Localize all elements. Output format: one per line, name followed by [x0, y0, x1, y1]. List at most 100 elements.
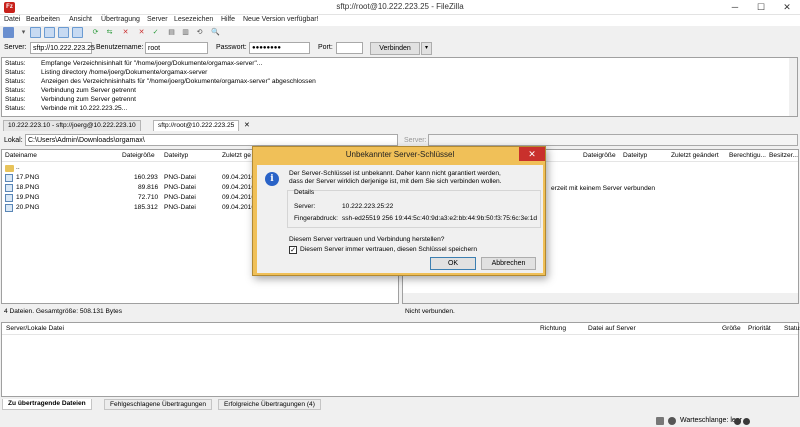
local-path-input[interactable]: C:\Users\Admin\Downloads\orgamax\ — [25, 134, 398, 146]
cancel-button[interactable]: Abbrechen — [481, 257, 536, 270]
remote-hscrollbar[interactable] — [403, 293, 798, 303]
table-row[interactable]: 17.PNG — [16, 173, 39, 183]
local-path-bar: Lokal: C:\Users\Admin\Downloads\orgamax\ — [0, 133, 400, 147]
details-label: Details — [294, 189, 315, 196]
host-value: 10.222.223.25:22 — [342, 203, 394, 210]
menu-new-version[interactable]: Neue Version verfügbar! — [243, 16, 319, 23]
col-queue-remote-file[interactable]: Datei auf Server — [588, 323, 636, 334]
tab-successful-transfers[interactable]: Erfolgreiche Übertragungen (4) — [218, 399, 321, 410]
activity-icon — [668, 417, 676, 425]
title-bar: Fz sftp://root@10.222.223.25 - FileZilla… — [0, 0, 800, 15]
dropdown-icon[interactable]: ▾ — [18, 27, 29, 38]
log-row: Status: Verbinde mit 10.222.223.25... — [5, 105, 128, 112]
remote-path-input[interactable] — [428, 134, 798, 146]
server-label: Server: — [4, 44, 27, 51]
connect-button[interactable]: Verbinden — [370, 42, 420, 55]
process-queue-icon[interactable]: ⇆ — [104, 27, 115, 38]
maximize-icon[interactable]: ☐ — [748, 0, 774, 15]
menu-bar: Datei Bearbeiten Ansicht Übertragung Ser… — [0, 15, 800, 26]
col-queue-file[interactable]: Server/Lokale Datei — [6, 323, 64, 334]
led-icon — [734, 418, 741, 425]
port-label: Port: — [318, 44, 333, 51]
menu-lesezeichen[interactable]: Lesezeichen — [174, 16, 213, 23]
image-file-icon — [5, 194, 13, 202]
tab-queued-files[interactable]: Zu übertragende Dateien — [2, 399, 92, 410]
toggle-log-icon[interactable] — [30, 27, 41, 38]
log-row: Status: Verbindung zum Server getrennt — [5, 87, 136, 94]
refresh-icon[interactable]: ⟳ — [90, 27, 101, 38]
image-file-icon — [5, 174, 13, 182]
table-row[interactable]: .. — [16, 163, 20, 173]
fingerprint-label: Fingerabdruck: — [294, 215, 338, 222]
cancel-icon[interactable]: ✕ — [120, 27, 131, 38]
table-row[interactable]: 18.PNG — [16, 183, 39, 193]
dialog-message-line2: dass der Server wirklich derjenige ist, … — [289, 178, 502, 185]
details-group: Details Server: 10.222.223.25:22 Fingera… — [287, 189, 541, 228]
log-scrollbar[interactable] — [789, 58, 797, 116]
lock-icon — [656, 417, 664, 425]
toggle-queue-icon[interactable] — [72, 27, 83, 38]
host-label: Server: — [294, 203, 316, 210]
col-remote-permissions[interactable]: Berechtigu... — [729, 150, 766, 161]
connect-dropdown-icon[interactable]: ▾ — [421, 42, 432, 55]
col-queue-status[interactable]: Status — [784, 323, 800, 334]
tab-connection-1[interactable]: 10.222.223.10 - sftp://joerg@10.222.223.… — [3, 120, 141, 131]
col-filesize[interactable]: Dateigröße — [122, 150, 155, 161]
username-input[interactable]: root — [145, 42, 208, 54]
search-icon[interactable]: 🔍 — [210, 27, 221, 38]
col-filename[interactable]: Dateiname — [5, 150, 37, 161]
remote-path-bar: Server: — [402, 133, 800, 147]
password-input[interactable]: ●●●●●●●● — [249, 42, 310, 54]
led-icon — [743, 418, 750, 425]
window-title: sftp://root@10.222.223.25 - FileZilla — [336, 2, 464, 11]
col-modified[interactable]: Zuletzt ge — [222, 150, 251, 161]
local-status: 4 Dateien. Gesamtgröße: 508.131 Bytes — [4, 308, 123, 315]
log-row: Status: Listing directory /home/joerg/Dok… — [5, 69, 208, 76]
transfer-queue[interactable]: Server/Lokale Datei Richtung Datei auf S… — [1, 322, 800, 397]
col-queue-size[interactable]: Größe — [722, 323, 741, 334]
menu-hilfe[interactable]: Hilfe — [221, 16, 235, 23]
not-connected-message: erzeit mit keinem Server verbunden — [551, 185, 656, 192]
status-bar: Warteschlange: leer — [0, 415, 800, 427]
col-queue-direction[interactable]: Richtung — [540, 323, 566, 334]
toggle-local-tree-icon[interactable] — [44, 27, 55, 38]
table-row[interactable]: 20.PNG — [16, 203, 39, 213]
always-trust-label[interactable]: Diesem Server immer vertrauen, diesen Sc… — [300, 246, 477, 253]
minimize-icon[interactable]: ─ — [722, 0, 748, 15]
dialog-title: Unbekannter Server-Schlüssel — [345, 150, 455, 159]
disconnect-icon[interactable]: ✕ — [136, 27, 147, 38]
col-remote-modified[interactable]: Zuletzt geändert — [671, 150, 719, 161]
col-filetype[interactable]: Dateityp — [164, 150, 188, 161]
close-tab-icon[interactable]: ✕ — [244, 121, 250, 129]
always-trust-checkbox[interactable]: ✓ — [289, 246, 297, 254]
remote-path-label: Server: — [404, 137, 427, 144]
col-remote-owner[interactable]: Besitzer... — [769, 150, 798, 161]
sync-browse-icon[interactable]: ⟲ — [194, 27, 205, 38]
menu-ansicht[interactable]: Ansicht — [69, 16, 92, 23]
table-row[interactable]: 19.PNG — [16, 193, 39, 203]
ok-button[interactable]: OK — [430, 257, 476, 270]
menu-server[interactable]: Server — [147, 16, 168, 23]
col-queue-priority[interactable]: Priorität — [748, 323, 771, 334]
fingerprint-value: ssh-ed25519 256 19:44:5c:40:9d:a3:e2:bb:… — [342, 215, 538, 222]
tab-failed-transfers[interactable]: Fehlgeschlagene Übertragungen — [104, 399, 213, 410]
toggle-remote-tree-icon[interactable] — [58, 27, 69, 38]
reconnect-icon[interactable]: ✓ — [150, 27, 161, 38]
menu-datei[interactable]: Datei — [4, 16, 20, 23]
col-remote-filesize[interactable]: Dateigröße — [583, 150, 616, 161]
menu-bearbeiten[interactable]: Bearbeiten — [26, 16, 60, 23]
close-icon[interactable]: ✕ — [519, 147, 545, 161]
local-path-label: Lokal: — [4, 137, 23, 144]
port-input[interactable] — [336, 42, 363, 54]
menu-uebertragung[interactable]: Übertragung — [101, 16, 140, 23]
tab-connection-2[interactable]: sftp://root@10.222.223.25 — [153, 120, 240, 131]
site-manager-icon[interactable] — [3, 27, 14, 38]
message-log[interactable]: Status: Empfange Verzeichnisinhalt für "/… — [1, 57, 798, 117]
server-input[interactable]: sftp://10.222.223.25 — [30, 42, 95, 54]
compare-icon[interactable]: ▥ — [180, 27, 191, 38]
image-file-icon — [5, 184, 13, 192]
col-remote-filetype[interactable]: Dateityp — [623, 150, 647, 161]
close-icon[interactable]: ✕ — [774, 0, 800, 15]
queue-tabs: Zu übertragende Dateien Fehlgeschlagene … — [0, 399, 800, 411]
filter-icon[interactable]: ▤ — [166, 27, 177, 38]
